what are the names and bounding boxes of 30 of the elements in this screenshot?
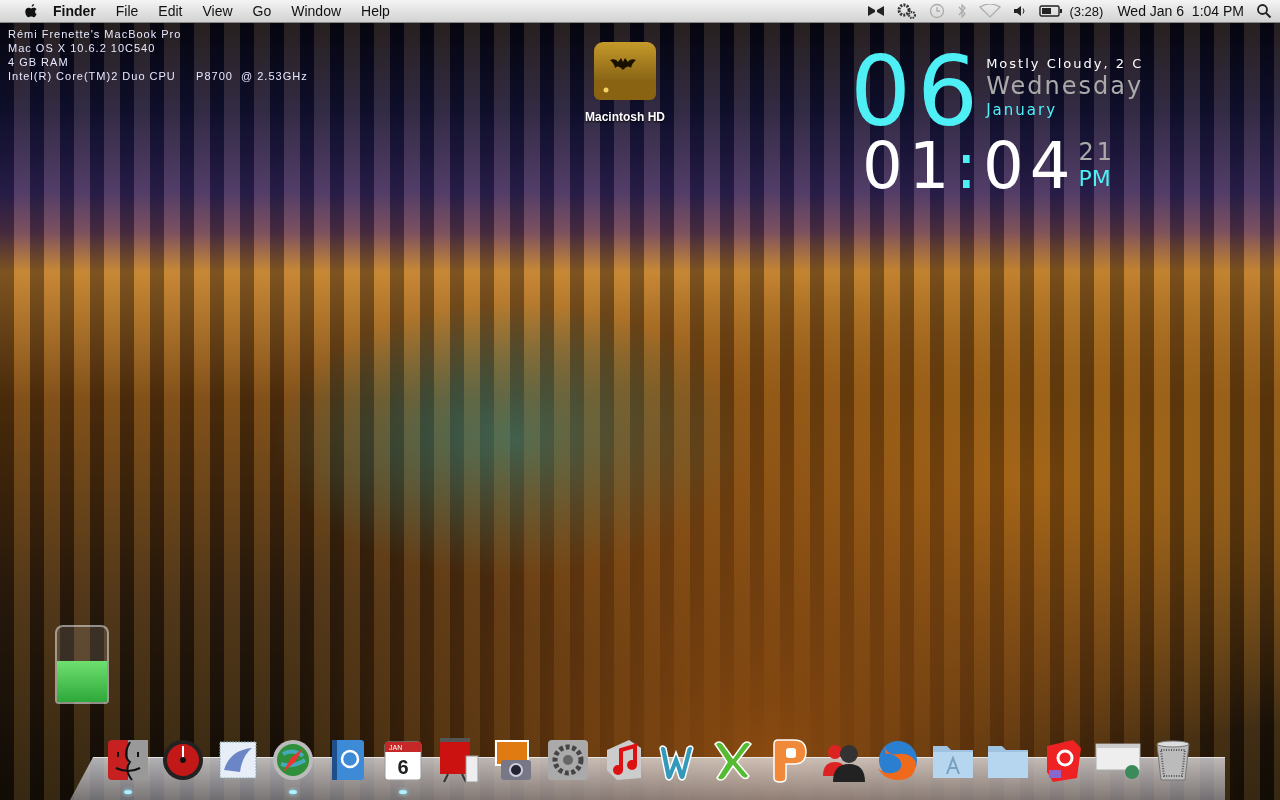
clock-seconds: 21 xyxy=(1078,138,1115,166)
calendar-day: 6 xyxy=(396,756,409,778)
menu-item[interactable]: Finder xyxy=(53,3,96,19)
speaker-icon[interactable] xyxy=(1013,5,1028,17)
menu-item[interactable]: File xyxy=(115,3,139,19)
menu-item[interactable]: Window xyxy=(291,3,342,19)
clock-separator: : xyxy=(955,138,983,194)
weather-text: Mostly Cloudy, 2 C xyxy=(986,56,1144,71)
menu-item[interactable]: Edit xyxy=(158,3,183,19)
gears-icon[interactable] xyxy=(897,3,918,19)
menu-item[interactable]: View xyxy=(202,3,233,19)
system-info-line: Rémi Frenette's MacBook Pro xyxy=(8,27,183,41)
disk-label[interactable]: Macintosh HD xyxy=(585,110,665,124)
menu-item[interactable]: Help xyxy=(361,3,390,19)
battery-time[interactable]: (3:28) xyxy=(1069,3,1104,19)
clock-month: January xyxy=(986,101,1059,119)
menu-item[interactable]: Go xyxy=(252,3,272,19)
clock-weekday: Wednesday xyxy=(986,71,1144,101)
menu-clock[interactable]: Wed Jan 6 1:04 PM xyxy=(1117,3,1244,19)
clock-hours: 01 xyxy=(862,138,956,194)
system-info-line: Intel(R) Core(TM)2 Duo CPU P8700 @ 2.53GHz xyxy=(8,69,308,83)
battery-icon[interactable] xyxy=(1039,5,1064,17)
clock-meridiem: PM xyxy=(1078,166,1112,191)
bowtie-icon[interactable] xyxy=(867,5,886,17)
system-info-line: 4 GB RAM xyxy=(8,55,70,69)
system-info-line: Mac OS X 10.6.2 10C540 xyxy=(8,41,157,55)
clock-day: 06 xyxy=(850,50,985,134)
search-icon[interactable] xyxy=(1256,3,1272,19)
clock-minutes: 04 xyxy=(983,138,1077,194)
apple-icon[interactable] xyxy=(24,3,39,19)
